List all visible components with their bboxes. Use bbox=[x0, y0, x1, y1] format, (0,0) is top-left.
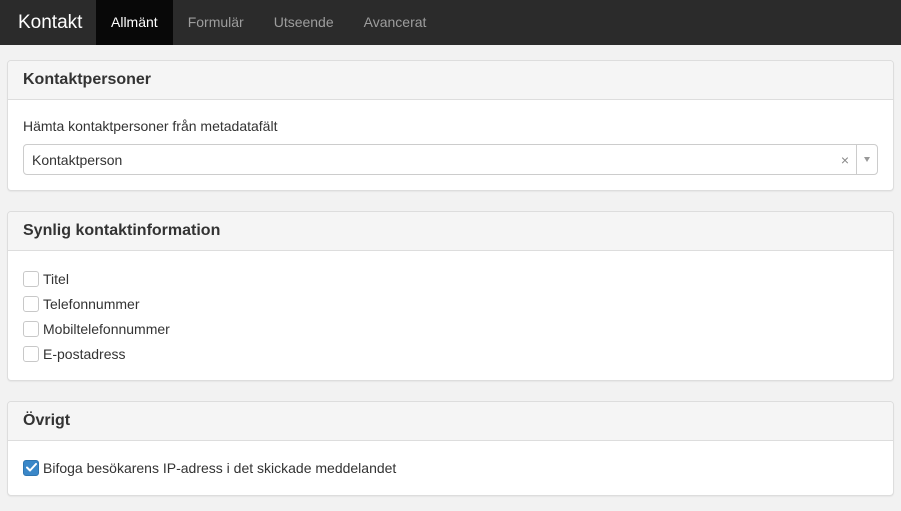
checkbox-label: E-postadress bbox=[43, 345, 126, 362]
option-telefonnummer[interactable]: Telefonnummer bbox=[23, 291, 878, 316]
tab-allmant[interactable]: Allmänt bbox=[96, 0, 173, 45]
clear-icon[interactable]: × bbox=[834, 152, 856, 168]
tab-formular[interactable]: Formulär bbox=[173, 0, 259, 45]
select-value: Kontaktperson bbox=[32, 151, 123, 168]
option-attach-ip[interactable]: Bifoga besökarens IP-adress i det skicka… bbox=[23, 455, 878, 480]
checkbox[interactable] bbox=[23, 320, 39, 337]
chevron-down-icon bbox=[864, 157, 870, 162]
option-titel[interactable]: Titel bbox=[23, 266, 878, 291]
checkmark-icon bbox=[25, 463, 37, 472]
other-panel-title: Övrigt bbox=[8, 402, 893, 441]
visible-info-panel: Synlig kontaktinformation Titel Telefonn… bbox=[7, 211, 894, 381]
checkbox[interactable] bbox=[23, 295, 39, 312]
visible-info-panel-title: Synlig kontaktinformation bbox=[8, 212, 893, 251]
contacts-panel-title: Kontaktpersoner bbox=[8, 61, 893, 100]
checkbox-label: Bifoga besökarens IP-adress i det skicka… bbox=[43, 459, 397, 476]
contacts-panel-body: Hämta kontaktpersoner från metadatafält … bbox=[8, 100, 893, 190]
option-epostadress[interactable]: E-postadress bbox=[23, 341, 878, 366]
visible-info-panel-body: Titel Telefonnummer Mobiltelefonnummer E… bbox=[8, 251, 893, 380]
app-brand[interactable]: Kontakt bbox=[0, 0, 96, 45]
dropdown-toggle[interactable] bbox=[856, 145, 877, 174]
other-panel: Övrigt Bifoga besökarens IP-adress i det… bbox=[7, 401, 894, 496]
checkbox-checked[interactable] bbox=[23, 459, 39, 476]
checkbox-label: Titel bbox=[43, 270, 69, 287]
tab-utseende[interactable]: Utseende bbox=[259, 0, 349, 45]
top-navbar: Kontakt Allmänt Formulär Utseende Avance… bbox=[0, 0, 901, 45]
checkbox[interactable] bbox=[23, 345, 39, 362]
checkbox-label: Mobiltelefonnummer bbox=[43, 320, 170, 337]
metadata-field-label: Hämta kontaktpersoner från metadatafält bbox=[23, 118, 278, 134]
other-panel-body: Bifoga besökarens IP-adress i det skicka… bbox=[8, 441, 893, 495]
option-mobiltelefonnummer[interactable]: Mobiltelefonnummer bbox=[23, 316, 878, 341]
metadata-field-select[interactable]: Kontaktperson × bbox=[23, 144, 878, 175]
tab-avancerat[interactable]: Avancerat bbox=[349, 0, 442, 45]
main-content: Kontaktpersoner Hämta kontaktpersoner fr… bbox=[0, 45, 901, 496]
checkbox[interactable] bbox=[23, 270, 39, 287]
checkbox-label: Telefonnummer bbox=[43, 295, 140, 312]
contacts-panel: Kontaktpersoner Hämta kontaktpersoner fr… bbox=[7, 60, 894, 191]
